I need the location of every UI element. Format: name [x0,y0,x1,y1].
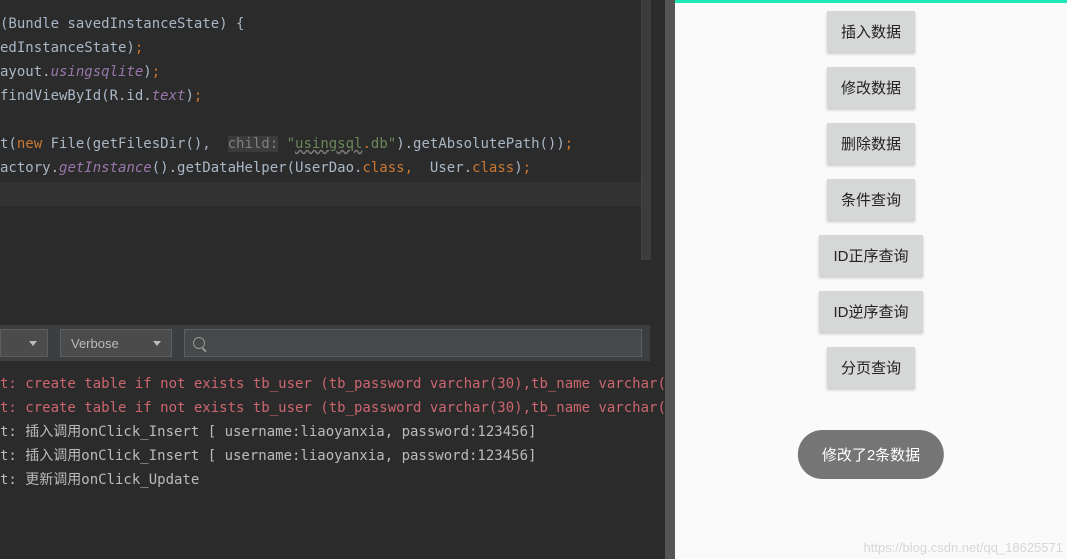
log-line: t: 插入调用onClick_Insert [ username:liaoyan… [0,420,660,444]
condition-query-button[interactable]: 条件查询 [827,179,915,220]
search-icon [193,337,205,349]
code-line [0,180,640,204]
logcat-toolbar: Verbose [0,325,650,361]
log-line: t: create table if not exists tb_user (t… [0,396,660,420]
log-level-value: Verbose [71,336,119,351]
toast-message: 修改了2条数据 [798,430,944,479]
chevron-down-icon [29,341,37,346]
watermark: https://blog.csdn.net/qq_18625571 [864,540,1064,555]
code-line: edInstanceState); [0,36,640,60]
paging-query-button[interactable]: 分页查询 [827,347,915,388]
log-line: t: 插入调用onClick_Insert [ username:liaoyan… [0,444,660,468]
code-area[interactable]: (Bundle savedInstanceState) {edInstanceS… [0,0,640,260]
phone-screen: 插入数据修改数据删除数据条件查询 ID正序查询 ID逆序查询分页查询 修改了2条数据… [675,0,1067,559]
log-line: t: 更新调用onClick_Update [0,468,660,492]
emulator-panel: 插入数据修改数据删除数据条件查询 ID正序查询 ID逆序查询分页查询 修改了2条数据… [665,0,1067,559]
filter-dropdown-1[interactable] [0,329,48,357]
code-line: findViewById(R.id.text); [0,84,640,108]
code-line: actory.getInstance().getDataHelper(UserD… [0,156,640,180]
code-line [0,108,640,132]
editor-panel: (Bundle savedInstanceState) {edInstanceS… [0,0,665,559]
insert-data-button[interactable]: 插入数据 [827,11,915,52]
code-line: ayout.usingsqlite); [0,60,640,84]
vertical-scrollbar[interactable] [641,0,651,260]
delete-data-button[interactable]: 删除数据 [827,123,915,164]
id-desc-query-button[interactable]: ID逆序查询 [819,291,922,332]
log-line: t: create table if not exists tb_user (t… [0,372,660,396]
chevron-down-icon [153,341,161,346]
log-search-input[interactable] [184,329,642,357]
log-level-dropdown[interactable]: Verbose [60,329,172,357]
update-data-button[interactable]: 修改数据 [827,67,915,108]
id-asc-query-button[interactable]: ID正序查询 [819,235,922,276]
button-column: 插入数据修改数据删除数据条件查询 ID正序查询 ID逆序查询分页查询 [675,3,1067,388]
code-line: (Bundle savedInstanceState) { [0,12,640,36]
code-line: t(new File(getFilesDir(), child: "usings… [0,132,640,156]
logcat-output[interactable]: t: create table if not exists tb_user (t… [0,372,660,492]
